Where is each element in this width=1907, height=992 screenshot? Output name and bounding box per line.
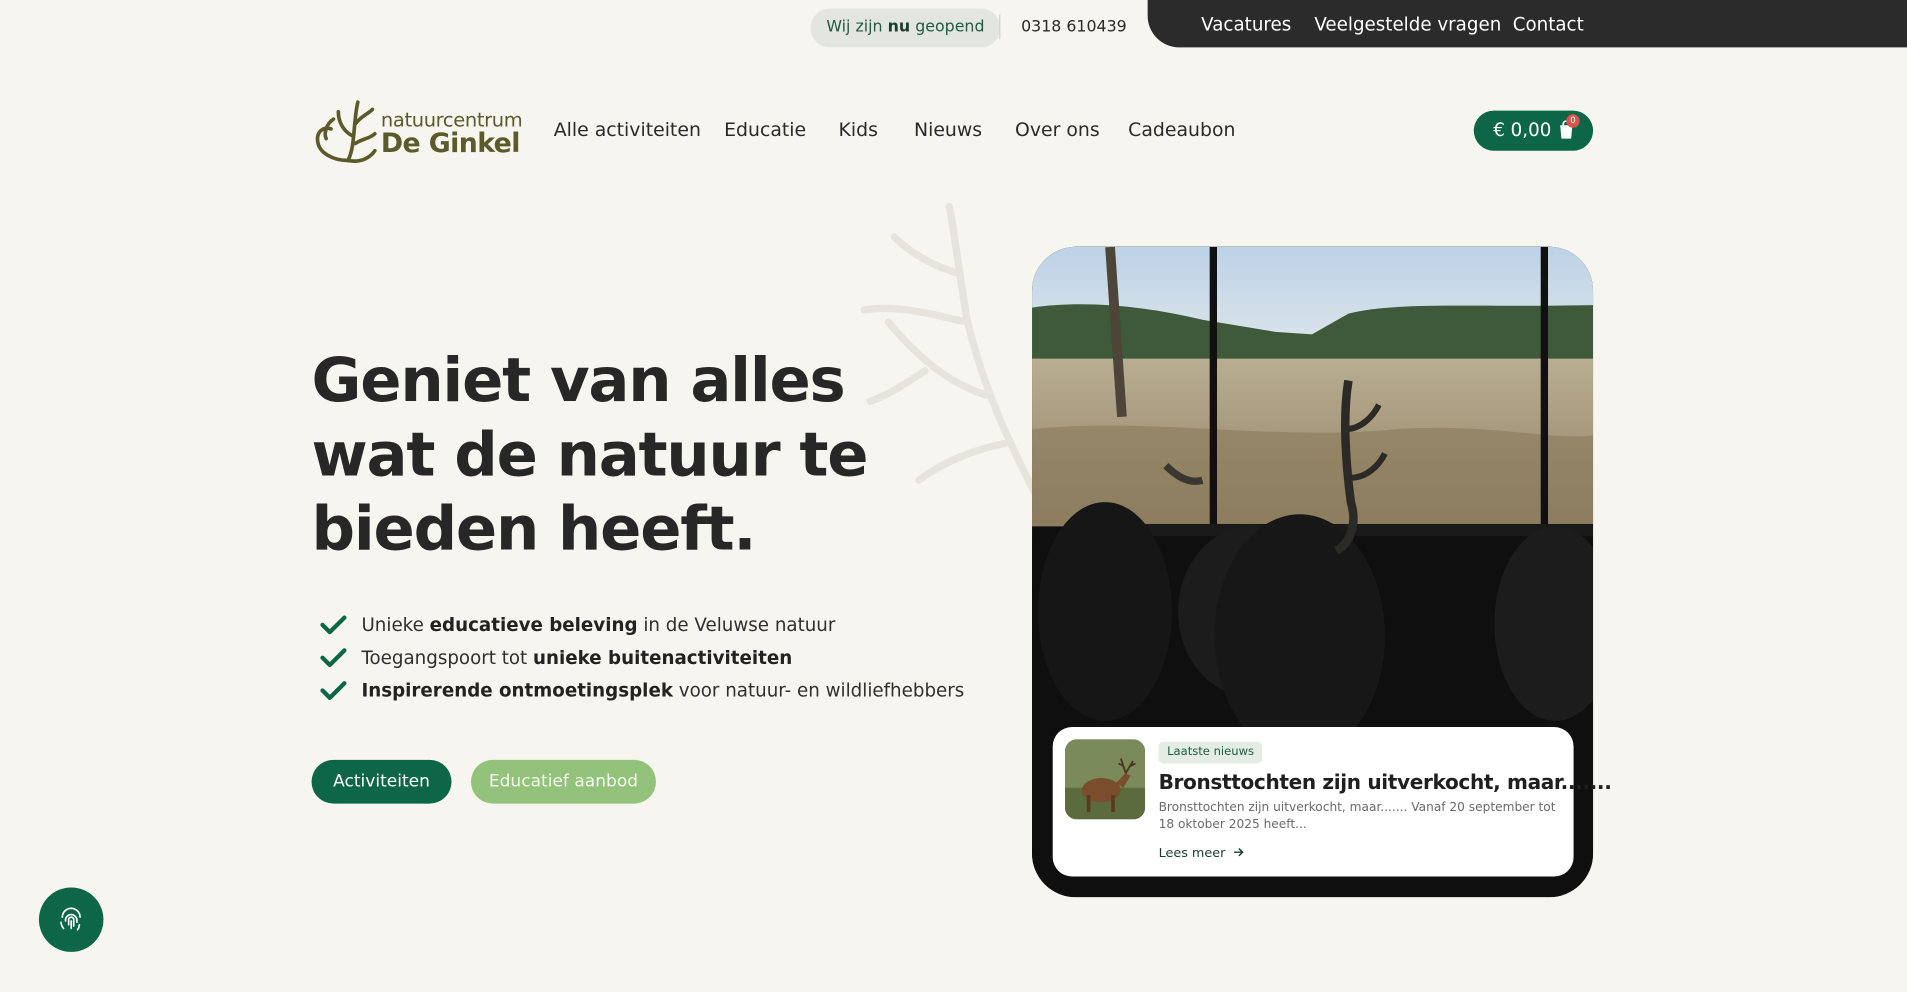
open-bold: nu xyxy=(887,18,911,37)
logo-text-small: natuurcentrum xyxy=(380,108,523,132)
activiteiten-button[interactable]: Activiteiten xyxy=(311,759,452,804)
open-status-pill: Wij zijn nu geopend xyxy=(810,8,1001,48)
read-more-label: Lees meer xyxy=(1158,846,1226,861)
news-thumbnail xyxy=(1064,739,1146,820)
nav-alle-activiteiten[interactable]: Alle activiteiten xyxy=(554,118,701,142)
latest-news-card[interactable]: Laatste nieuws Bronsttochten zijn uitver… xyxy=(1052,726,1612,877)
news-title[interactable]: Bronsttochten zijn uitverkocht, maar....… xyxy=(1159,771,1612,794)
top-utility-bar: Vacatures Veelgestelde vragen Contact xyxy=(1147,0,1907,48)
open-suffix: geopend xyxy=(915,18,985,37)
read-more-link[interactable]: Lees meer xyxy=(1159,846,1246,861)
bullet-text: in de Veluwse natuur xyxy=(637,613,836,636)
hero-title: Geniet van alles wat de natuur te bieden… xyxy=(311,345,869,565)
nav-educatie[interactable]: Educatie xyxy=(724,118,806,142)
top-divider xyxy=(999,14,1001,39)
cookie-settings-button[interactable] xyxy=(38,887,104,952)
bullet-text: Unieke xyxy=(361,613,430,636)
cart-price: € 0,00 xyxy=(1493,119,1552,142)
bullet-text: Toegangspoort tot xyxy=(361,646,534,669)
cart-count-badge: 0 xyxy=(1566,114,1580,128)
check-icon xyxy=(320,681,347,700)
check-icon xyxy=(320,615,347,635)
link-contact[interactable]: Contact xyxy=(1513,12,1584,36)
arrow-right-icon xyxy=(1234,848,1244,857)
fingerprint-icon xyxy=(60,907,81,931)
logo-text-big: De Ginkel xyxy=(380,128,520,160)
cart-button[interactable]: € 0,00 0 xyxy=(1473,110,1594,151)
nav-over-ons[interactable]: Over ons xyxy=(1015,118,1100,142)
news-tag: Laatste nieuws xyxy=(1158,741,1263,764)
news-excerpt: Bronsttochten zijn uitverkocht, maar....… xyxy=(1158,801,1556,832)
phone-number[interactable]: 0318 610439 xyxy=(1021,17,1127,39)
link-faq[interactable]: Veelgestelde vragen xyxy=(1314,12,1501,36)
page: Wij zijn nu geopend 0318 610439 Vacature… xyxy=(0,0,1907,992)
stag-thumbnail-image xyxy=(1064,739,1146,820)
nav-nieuws[interactable]: Nieuws xyxy=(914,118,982,142)
bullet-text: voor natuur- en wildliefhebbers xyxy=(672,679,965,702)
bullet-bold: unieke buitenactiviteiten xyxy=(533,646,793,669)
bullet-bold: educatieve beleving xyxy=(429,613,638,636)
nav-kids[interactable]: Kids xyxy=(839,118,878,142)
educatief-aanbod-button[interactable]: Educatief aanbod xyxy=(470,759,656,804)
nav-cadeaubon[interactable]: Cadeaubon xyxy=(1128,118,1235,142)
open-prefix: Wij zijn xyxy=(826,18,883,37)
check-icon xyxy=(320,648,347,668)
bullet-bold: Inspirerende ontmoetingsplek xyxy=(361,679,673,702)
link-vacatures[interactable]: Vacatures xyxy=(1201,12,1291,36)
